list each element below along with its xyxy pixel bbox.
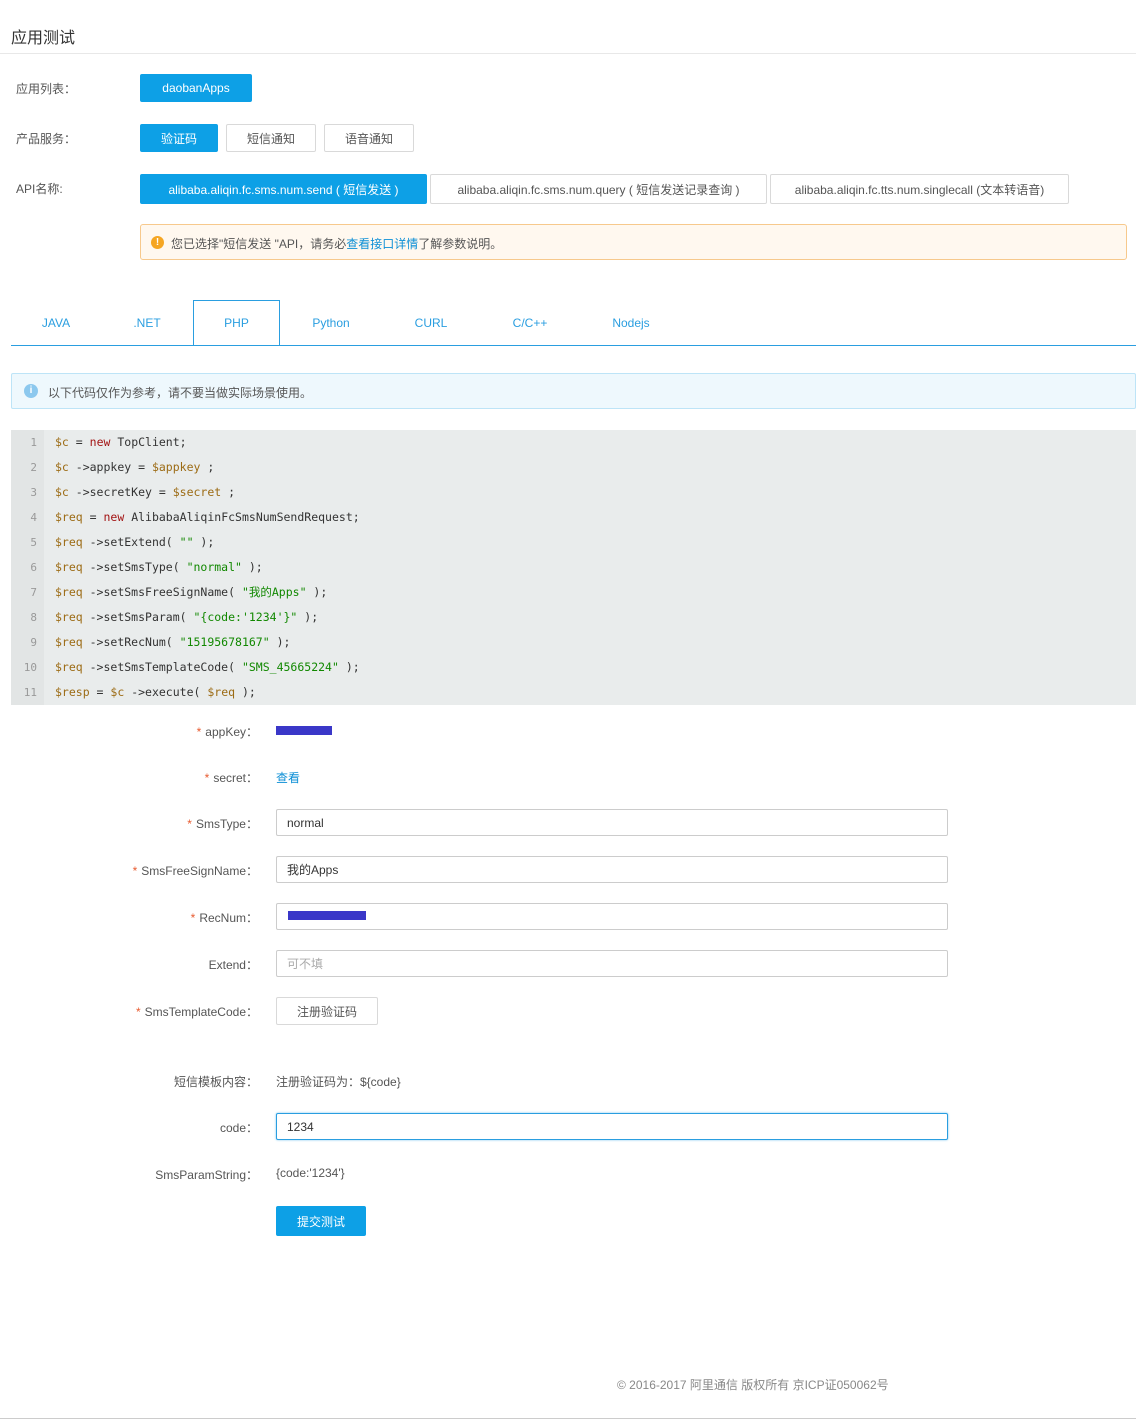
code-line: 7 $req ->setSmsFreeSignName( "我的Apps" ); (11, 580, 1136, 605)
tab-nodejs[interactable]: Nodejs (580, 300, 682, 346)
line-number: 2 (30, 461, 37, 474)
product-option-voice-notice[interactable]: 语音通知 (324, 124, 414, 152)
code-param-input[interactable] (276, 1113, 948, 1140)
api-notice-text: 您已选择"短信发送 "API，请务必查看接口详情了解参数说明。 (171, 235, 502, 252)
api-option-sms-send[interactable]: alibaba.aliqin.fc.sms.num.send ( 短信发送 ) (140, 174, 427, 204)
code-line: 6 $req ->setSmsType( "normal" ); (11, 555, 1136, 580)
info-text: 以下代码仅作为参考，请不要当做实际场景使用。 (48, 386, 313, 400)
title-divider (0, 53, 1136, 54)
api-notice: ! 您已选择"短信发送 "API，请务必查看接口详情了解参数说明。 (140, 224, 1127, 260)
api-detail-link[interactable]: 查看接口详情 (346, 237, 418, 251)
register-code-template-button[interactable]: 注册验证码 (276, 997, 378, 1025)
code-text: $req ->setSmsTemplateCode( "SMS_45665224… (55, 660, 360, 674)
info-icon: i (24, 384, 38, 398)
code-text: $c = new TopClient; (55, 435, 187, 449)
code-line: 2 $c ->appkey = $appkey ; (11, 455, 1136, 480)
tab-java[interactable]: JAVA (11, 300, 101, 346)
template-code-label: * SmsTemplateCode： (135, 1005, 258, 1019)
notice-suffix: 了解参数说明。 (418, 237, 503, 251)
secret-label: * secret： (204, 771, 258, 785)
code-text: $req ->setRecNum( "15195678167" ); (55, 635, 291, 649)
code-text: $req ->setSmsFreeSignName( "我的Apps" ); (55, 585, 328, 599)
warning-icon: ! (151, 236, 164, 249)
code-text: $req ->setSmsType( "normal" ); (55, 560, 263, 574)
submit-test-button[interactable]: 提交测试 (276, 1206, 366, 1236)
line-number: 6 (30, 561, 37, 574)
code-line: 9 $req ->setRecNum( "15195678167" ); (11, 630, 1136, 655)
line-number: 3 (30, 486, 37, 499)
code-line: 11 $resp = $c ->execute( $req ); (11, 680, 1136, 705)
footer-copyright: © 2016-2017 阿里通信 版权所有 京ICP证050062号 (617, 1378, 889, 1392)
appkey-value-redacted (276, 726, 332, 735)
smstype-label: * SmsType： (187, 817, 258, 831)
extend-label: Extend： (208, 958, 258, 972)
api-option-tts-call[interactable]: alibaba.aliqin.fc.tts.num.singlecall (文本… (770, 174, 1069, 204)
code-block: 1 $c = new TopClient; 2 $c ->appkey = $appk… (11, 430, 1136, 705)
line-number: 4 (30, 511, 37, 524)
tab-python[interactable]: Python (280, 300, 382, 346)
app-button-daobanapps[interactable]: daobanApps (140, 74, 252, 102)
code-text: $req ->setExtend( "" ); (55, 535, 215, 549)
sign-name-input[interactable] (276, 856, 948, 883)
api-label: API名称: (16, 182, 63, 196)
recnum-value-redacted (288, 911, 366, 920)
api-option-sms-query[interactable]: alibaba.aliqin.fc.sms.num.query ( 短信发送记录… (430, 174, 767, 204)
tab-php[interactable]: PHP (193, 300, 280, 346)
code-line: 5 $req ->setExtend( "" ); (11, 530, 1136, 555)
sms-param-string-value: {code:'1234'} (276, 1166, 345, 1180)
line-number: 8 (30, 611, 37, 624)
product-option-verify-code[interactable]: 验证码 (140, 124, 218, 152)
footer-divider (0, 1418, 1136, 1419)
line-number: 11 (23, 686, 37, 699)
appkey-label: * appKey： (196, 725, 258, 739)
notice-prefix: 您已选择"短信发送 "API，请务必 (171, 237, 347, 251)
smstype-input[interactable] (276, 809, 948, 836)
code-text: $c ->secretKey = $secret ; (55, 485, 236, 499)
recnum-input[interactable] (276, 903, 948, 930)
code-line: 10 $req ->setSmsTemplateCode( "SMS_456652… (11, 655, 1136, 680)
line-number: 5 (30, 536, 37, 549)
recnum-label: * RecNum： (190, 911, 258, 925)
sms-param-string-label: SmsParamString： (155, 1168, 258, 1182)
template-content-label: 短信模板内容： (173, 1075, 258, 1089)
code-line: 1 $c = new TopClient; (11, 430, 1136, 455)
product-label: 产品服务： (16, 132, 77, 146)
secret-view-link[interactable]: 查看 (276, 769, 300, 786)
product-option-sms-notice[interactable]: 短信通知 (226, 124, 316, 152)
tab-cpp[interactable]: C/C++ (480, 300, 580, 346)
code-text: $req = new AlibabaAliqinFcSmsNumSendRequ… (55, 510, 360, 524)
info-banner: i 以下代码仅作为参考，请不要当做实际场景使用。 (11, 373, 1136, 409)
app-list-label: 应用列表： (16, 82, 77, 96)
line-number: 7 (30, 586, 37, 599)
code-line: 8 $req ->setSmsParam( "{code:'1234'}" ); (11, 605, 1136, 630)
tab-dotnet[interactable]: .NET (101, 300, 193, 346)
code-line: 4 $req = new AlibabaAliqinFcSmsNumSendReq… (11, 505, 1136, 530)
code-line: 3 $c ->secretKey = $secret ; (11, 480, 1136, 505)
sign-name-label: * SmsFreeSignName： (132, 864, 258, 878)
tab-curl[interactable]: CURL (382, 300, 480, 346)
code-text: $req ->setSmsParam( "{code:'1234'}" ); (55, 610, 319, 624)
tabs-underline (11, 345, 1136, 346)
extend-input[interactable] (276, 950, 948, 977)
code-param-label: code： (219, 1121, 258, 1135)
template-content-text: 注册验证码为：${code} (276, 1075, 401, 1089)
line-number: 1 (30, 436, 37, 449)
code-text: $resp = $c ->execute( $req ); (55, 685, 256, 699)
code-text: $c ->appkey = $appkey ; (55, 460, 215, 474)
page-title: 应用测试 (11, 30, 76, 47)
line-number: 10 (23, 661, 37, 674)
line-number: 9 (30, 636, 37, 649)
